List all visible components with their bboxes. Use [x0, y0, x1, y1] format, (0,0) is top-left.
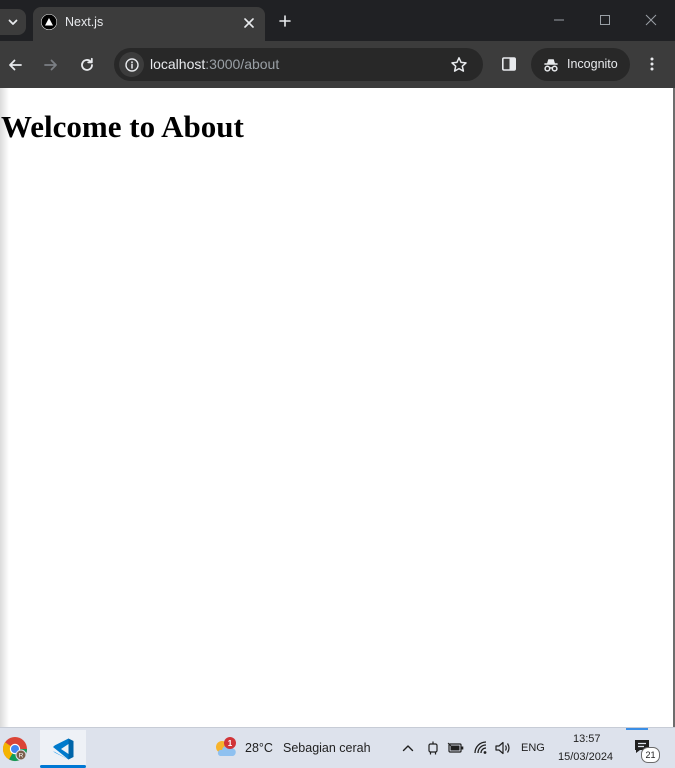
weather-alert-badge: 1 — [224, 737, 236, 749]
side-panel-button[interactable] — [497, 52, 521, 76]
browser-toolbar: localhost:3000/about Incognito — [0, 41, 675, 88]
more-vertical-icon — [650, 57, 654, 71]
weather-temperature: 28°C — [245, 741, 273, 755]
bookmark-button[interactable] — [447, 53, 471, 77]
plus-icon — [279, 15, 291, 27]
incognito-label: Incognito — [567, 57, 618, 71]
chevron-down-icon — [8, 19, 18, 25]
tab-title: Next.js — [65, 15, 104, 29]
weather-description: Sebagian cerah — [283, 741, 371, 755]
url-path: :3000/about — [205, 56, 280, 72]
minimize-button[interactable] — [544, 6, 574, 34]
browser-tab[interactable]: Next.js — [33, 7, 265, 41]
close-icon — [244, 18, 254, 28]
taskbar-chrome-button[interactable]: R — [0, 730, 38, 768]
minimize-icon — [554, 19, 564, 21]
incognito-icon — [541, 55, 561, 75]
tab-close-button[interactable] — [239, 13, 259, 33]
site-info-button[interactable] — [119, 52, 144, 77]
volume-tray-button[interactable] — [494, 739, 512, 757]
page-heading: Welcome to About — [1, 109, 244, 144]
battery-tray-button[interactable] — [447, 739, 465, 757]
arrow-left-icon — [9, 59, 22, 71]
battery-icon — [447, 742, 464, 753]
star-icon — [451, 57, 467, 72]
browser-menu-button[interactable] — [640, 52, 664, 76]
meet-now-tray-button[interactable] — [424, 739, 442, 757]
screen: Next.js localhost:3000/about Incognito W… — [0, 0, 675, 768]
browser-tabstrip: Next.js — [0, 0, 675, 41]
new-tab-button[interactable] — [273, 9, 297, 33]
notification-center-button[interactable]: 21 — [633, 738, 667, 764]
info-icon — [124, 57, 139, 72]
url-text[interactable]: localhost:3000/about — [150, 56, 279, 72]
clock-time[interactable]: 13:57 — [573, 733, 601, 745]
taskbar-accent-line — [626, 728, 648, 730]
page-viewport: Welcome to About — [0, 88, 675, 727]
side-panel-icon — [501, 57, 516, 71]
address-bar[interactable]: localhost:3000/about — [114, 48, 483, 81]
taskbar: R 1 28°C Sebagian cerah ENG 13:57 15/03/… — [0, 727, 675, 768]
maximize-button[interactable] — [590, 6, 620, 34]
tab-search-button[interactable] — [0, 9, 26, 35]
reload-button[interactable] — [74, 52, 100, 78]
vscode-icon — [53, 738, 74, 760]
incognito-button[interactable]: Incognito — [531, 48, 630, 81]
chrome-icon: R — [2, 737, 28, 762]
show-hidden-icons-button[interactable] — [399, 739, 417, 757]
nextjs-logo-icon — [41, 14, 57, 30]
taskbar-vscode-button[interactable] — [40, 730, 86, 768]
wifi-icon — [474, 741, 487, 754]
chevron-up-icon — [402, 745, 414, 752]
network-tray-button[interactable] — [472, 739, 490, 757]
back-button[interactable] — [2, 52, 28, 78]
close-icon — [645, 14, 657, 26]
reload-icon — [81, 57, 93, 71]
meet-now-icon — [428, 741, 438, 755]
arrow-right-icon — [44, 59, 57, 71]
notification-count-badge: 21 — [641, 747, 660, 763]
window-close-button[interactable] — [636, 6, 666, 34]
input-language-indicator[interactable]: ENG — [521, 742, 545, 754]
speaker-icon — [495, 741, 510, 755]
svg-text:R: R — [19, 753, 24, 760]
url-host: localhost — [150, 56, 206, 72]
clock-date[interactable]: 15/03/2024 — [558, 751, 613, 763]
maximize-icon — [600, 15, 610, 25]
forward-button[interactable] — [38, 52, 64, 78]
